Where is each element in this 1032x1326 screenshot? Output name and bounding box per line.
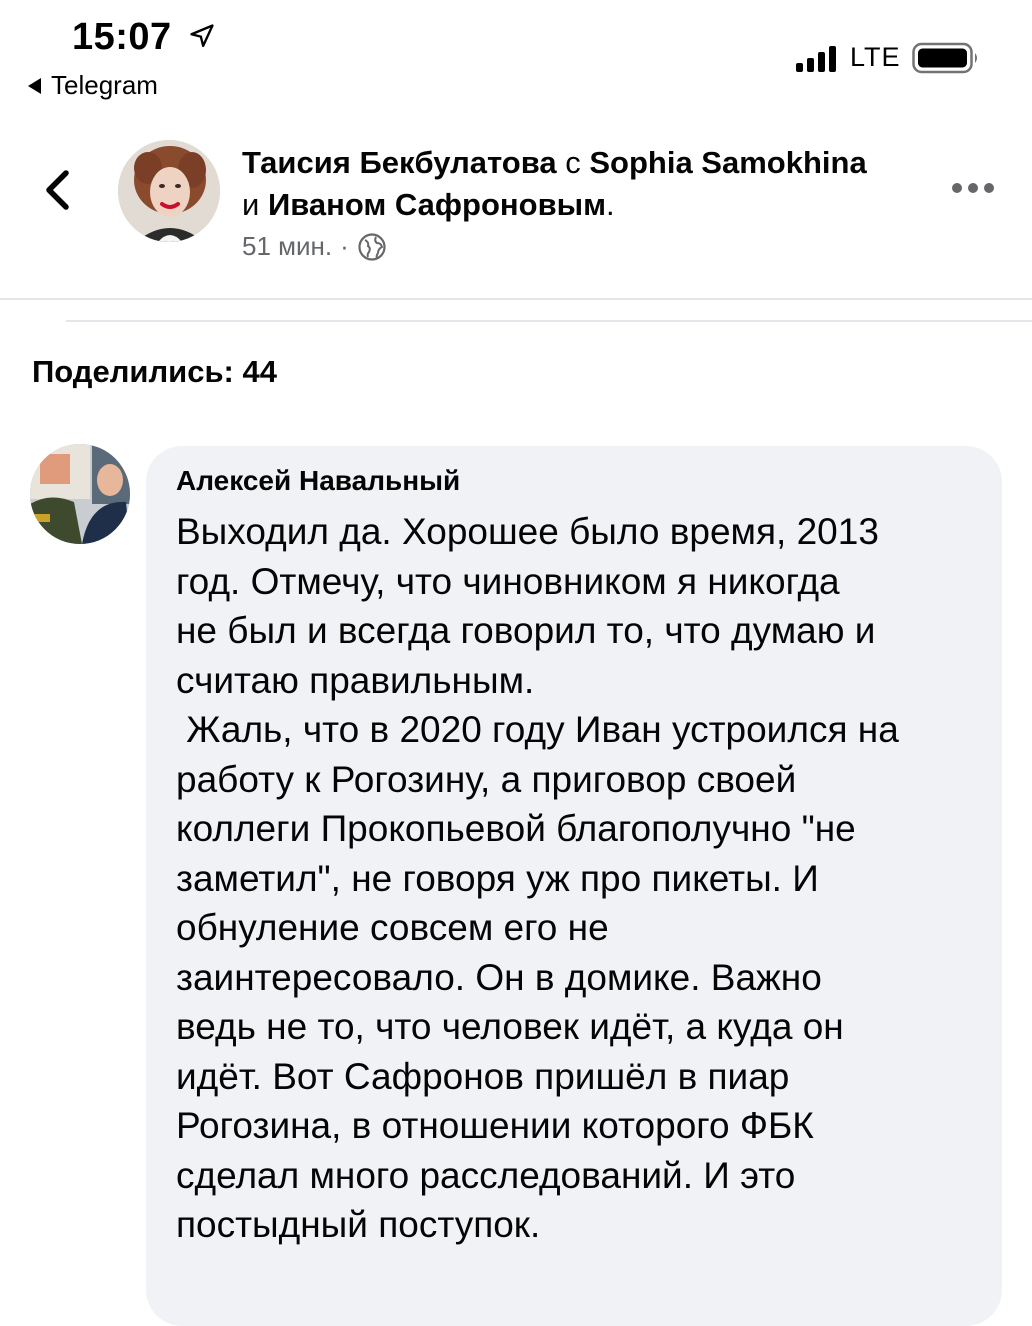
header-divider [0,298,1032,300]
back-to-app-link[interactable]: Telegram [28,70,158,101]
network-type: LTE [850,42,901,72]
meta-separator: · [340,231,349,261]
back-app-label: Telegram [51,70,158,100]
signal-bars-icon [796,46,836,72]
post-author-line: Таисия Бекбулатова с Sophia Samokhina и … [242,145,867,222]
battery-icon [912,42,977,74]
status-time: 15:07 [72,16,172,58]
with-word: с [565,145,581,180]
comment-text: Выходил да. Хорошее было время, 2013 год… [176,511,899,1245]
and-word: и [242,187,260,222]
back-chevron-icon[interactable] [40,168,76,212]
more-dots-icon[interactable] [950,178,996,198]
tagged-person-2-link[interactable]: Иваном Сафроновым [268,187,606,222]
author-name-link[interactable]: Таисия Бекбулатова [242,145,557,180]
author-avatar[interactable] [118,140,220,242]
author-avatar-image [118,140,220,242]
location-arrow-icon [190,24,214,48]
section-divider [66,320,1032,322]
globe-icon [358,232,386,261]
shares-count[interactable]: Поделились: 44 [32,354,277,390]
back-triangle-icon [28,77,41,94]
commenter-avatar[interactable] [30,444,130,544]
comment-author-link[interactable]: Алексей Навальный [176,465,460,497]
post-meta: 51 мин. · [242,231,387,262]
post-time[interactable]: 51 мин. [242,231,332,262]
commenter-avatar-image [30,444,130,544]
tagged-person-1-link[interactable]: Sophia Samokhina [589,145,866,180]
